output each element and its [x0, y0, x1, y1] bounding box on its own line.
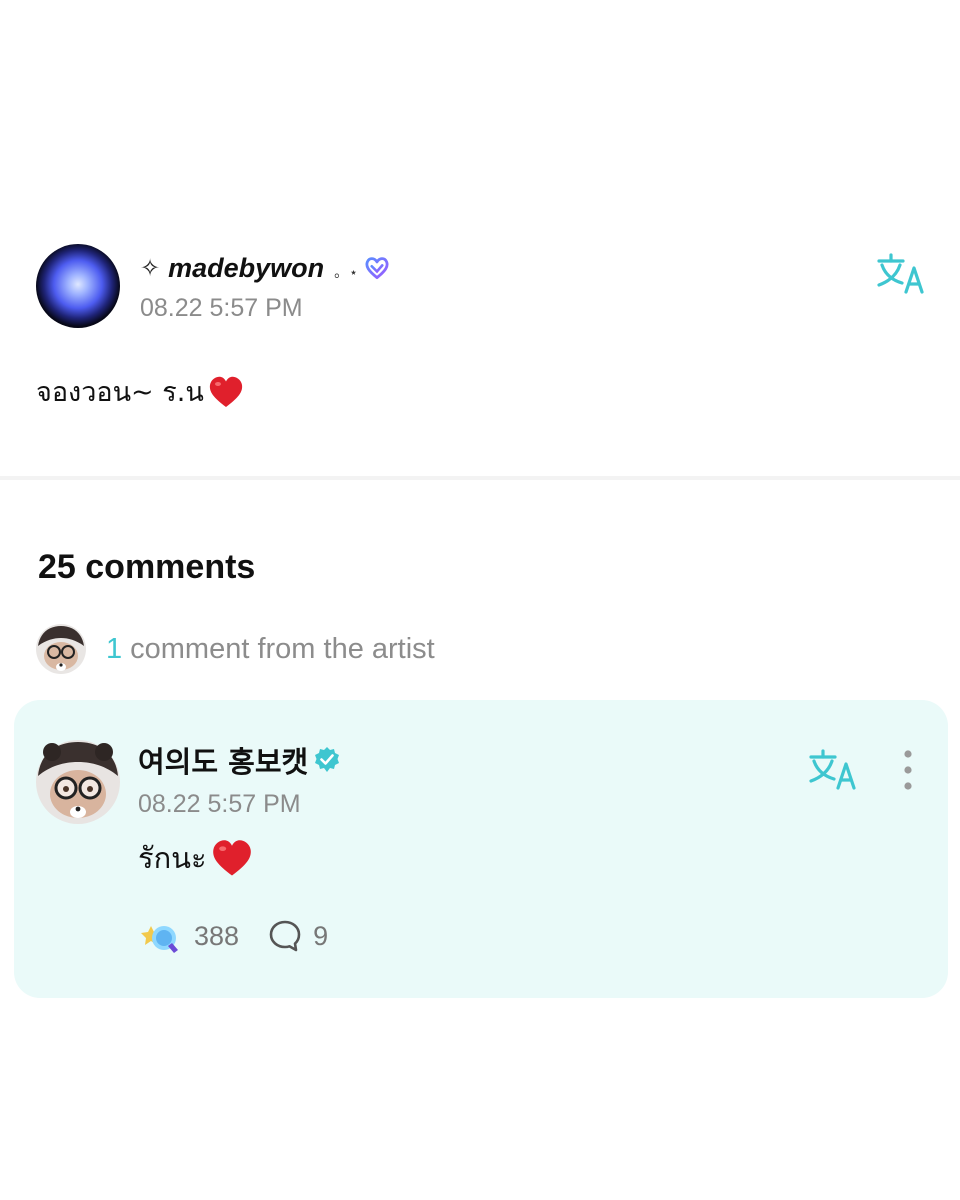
artist-comment-count[interactable]: 1 [106, 633, 122, 666]
comment-translate-icon[interactable] [808, 748, 860, 792]
comments-count: 25 comments [38, 548, 256, 586]
post-timestamp: 08.22 5:57 PM [140, 294, 303, 322]
translate-icon[interactable] [876, 252, 928, 296]
artist-mini-avatar [36, 624, 86, 674]
section-divider [0, 476, 960, 480]
verified-badge-icon [315, 747, 340, 772]
post-header: ✧ madebywon 。⋆ 08.22 5:57 PM [36, 244, 926, 334]
author-name[interactable]: madebywon [168, 253, 324, 284]
author-line[interactable]: ✧ madebywon 。⋆ [140, 250, 391, 286]
author-avatar[interactable] [36, 244, 120, 328]
reply-count: 9 [313, 920, 329, 951]
comment-reactions: 388 9 [138, 914, 328, 958]
comment-timestamp: 08.22 5:57 PM [138, 790, 301, 818]
comment-text: รักนะ [138, 841, 207, 875]
red-heart-icon [212, 840, 251, 876]
reply-icon[interactable] [267, 918, 303, 954]
red-heart-icon [209, 376, 242, 407]
comment-body: รักนะ [138, 835, 253, 881]
like-reaction-icon[interactable] [138, 916, 182, 956]
commenter-name-line[interactable]: 여의도 홍보캣 [138, 740, 342, 780]
sparkle-icon: ✧ [140, 254, 161, 282]
more-options-icon[interactable] [898, 748, 918, 792]
name-decoration: 。⋆ [334, 265, 359, 281]
heart-badge-icon [365, 257, 389, 280]
like-count: 388 [194, 920, 240, 951]
commenter-name[interactable]: 여의도 홍보캣 [138, 739, 308, 781]
artist-comment-card[interactable]: 여의도 홍보캣 08.22 5:57 PM รักนะ 388 9 [14, 700, 948, 998]
post-text: จองวอน~ ร.น [36, 377, 204, 408]
artist-comment-label[interactable]: comment from the artist [130, 633, 435, 666]
artist-comment-summary[interactable]: 1 comment from the artist [36, 624, 435, 674]
post-body: จองวอน~ ร.น [36, 370, 244, 413]
commenter-avatar[interactable] [36, 740, 120, 824]
